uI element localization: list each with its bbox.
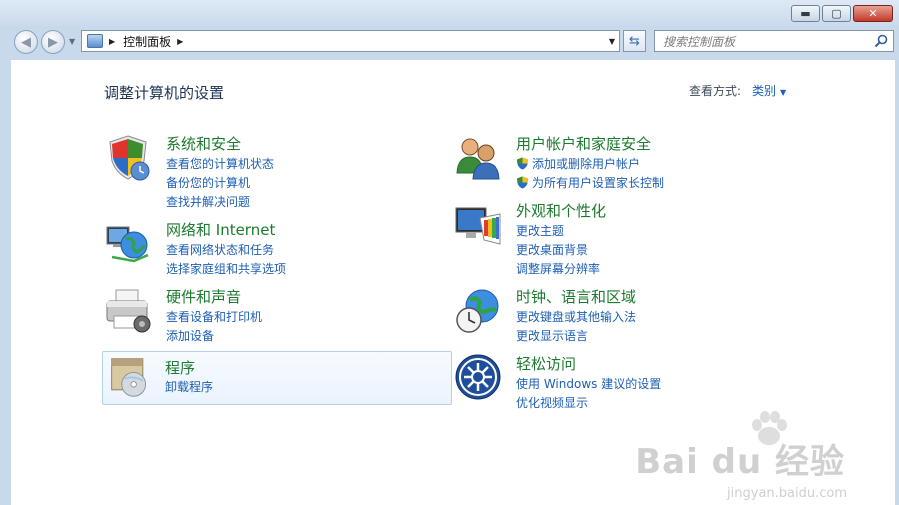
category-title[interactable]: 硬件和声音 (166, 286, 241, 307)
refresh-icon: ⇆ (629, 33, 640, 49)
link-troubleshoot[interactable]: 查找并解决问题 (166, 193, 274, 212)
category-clock-language: 时钟、语言和区域 更改键盘或其他输入法 更改显示语言 (454, 286, 774, 346)
ease-of-access-icon[interactable] (454, 353, 502, 401)
chevron-down-icon: ▼ (69, 37, 76, 46)
link-change-theme[interactable]: 更改主题 (516, 222, 600, 241)
category-title[interactable]: 系统和安全 (166, 133, 241, 154)
link-add-remove-accounts[interactable]: 添加或删除用户帐户 (516, 155, 664, 174)
back-button[interactable]: ◀ (14, 30, 38, 54)
category-links: 卸载程序 (165, 378, 213, 397)
breadcrumb-arrow-icon[interactable]: ▶ (177, 37, 183, 46)
link-uninstall-program[interactable]: 卸载程序 (165, 378, 213, 397)
category-links: 添加或删除用户帐户 为所有用户设置家长控制 (516, 155, 664, 193)
link-backup-computer[interactable]: 备份您的计算机 (166, 174, 274, 193)
category-links: 使用 Windows 建议的设置 优化视频显示 (516, 375, 661, 413)
watermark-url: jingyan.baidu.com (727, 486, 847, 501)
recent-pages-dropdown[interactable]: ▼ (69, 37, 75, 46)
breadcrumb-control-panel[interactable]: 控制面板 (123, 33, 171, 50)
breadcrumb-arrow-icon[interactable]: ▶ (109, 37, 115, 46)
category-links: 查看您的计算机状态 备份您的计算机 查找并解决问题 (166, 155, 274, 212)
link-view-computer-status[interactable]: 查看您的计算机状态 (166, 155, 274, 174)
link-view-network-status[interactable]: 查看网络状态和任务 (166, 241, 286, 260)
category-links: 查看设备和打印机 添加设备 (166, 308, 262, 346)
title-bar: ▬ ▢ ✕ (0, 0, 899, 28)
search-input[interactable] (661, 33, 865, 51)
network-globe-icon[interactable] (104, 219, 152, 267)
category-system-security: 系统和安全 查看您的计算机状态 备份您的计算机 查找并解决问题 (104, 133, 404, 209)
view-by-label: 查看方式: (689, 84, 742, 98)
users-icon[interactable] (454, 133, 502, 181)
category-links: 更改主题 更改桌面背景 调整屏幕分辨率 (516, 222, 600, 279)
refresh-button[interactable]: ⇆ (623, 30, 646, 52)
link-add-device[interactable]: 添加设备 (166, 327, 262, 346)
category-title[interactable]: 时钟、语言和区域 (516, 286, 636, 307)
category-appearance: 外观和个性化 更改主题 更改桌面背景 调整屏幕分辨率 (454, 200, 774, 276)
shield-icon[interactable] (104, 133, 152, 181)
printer-icon[interactable] (104, 286, 152, 334)
window-controls: ▬ ▢ ✕ (789, 5, 893, 22)
link-change-background[interactable]: 更改桌面背景 (516, 241, 600, 260)
category-ease-of-access: 轻松访问 使用 Windows 建议的设置 优化视频显示 (454, 353, 774, 413)
address-dropdown-icon[interactable]: ▼ (609, 37, 615, 46)
category-title[interactable]: 轻松访问 (516, 353, 576, 374)
watermark-brand: Bai du 经验 (635, 442, 845, 482)
category-links: 更改键盘或其他输入法 更改显示语言 (516, 308, 636, 346)
category-hardware-sound: 硬件和声音 查看设备和打印机 添加设备 (104, 286, 404, 346)
content-pane: 调整计算机的设置 查看方式: 类别 ▼ 系统和安全 查看您的计算机状态 备份您的计… (11, 60, 895, 505)
monitor-palette-icon[interactable] (454, 200, 502, 248)
category-title[interactable]: 用户帐户和家庭安全 (516, 133, 651, 154)
clock-globe-icon[interactable] (454, 286, 502, 334)
view-by-value[interactable]: 类别 (752, 84, 776, 98)
link-devices-printers[interactable]: 查看设备和打印机 (166, 308, 262, 327)
maximize-button[interactable]: ▢ (822, 5, 851, 22)
link-change-display-language[interactable]: 更改显示语言 (516, 327, 636, 346)
page-title: 调整计算机的设置 (104, 84, 225, 102)
search-box[interactable] (654, 30, 894, 52)
link-change-keyboard[interactable]: 更改键盘或其他输入法 (516, 308, 636, 327)
search-icon[interactable] (874, 34, 888, 48)
link-homegroup-sharing[interactable]: 选择家庭组和共享选项 (166, 260, 286, 279)
uac-shield-icon (517, 176, 528, 189)
category-links: 查看网络状态和任务 选择家庭组和共享选项 (166, 241, 286, 279)
category-user-accounts: 用户帐户和家庭安全 添加或删除用户帐户 为所有用户设置家长控制 (454, 133, 774, 193)
link-text[interactable]: 为所有用户设置家长控制 (532, 176, 664, 190)
chevron-down-icon: ▼ (780, 88, 787, 97)
arrow-left-icon: ◀ (21, 34, 31, 50)
link-parental-controls[interactable]: 为所有用户设置家长控制 (516, 174, 664, 193)
programs-disc-icon[interactable] (108, 355, 152, 399)
link-adjust-resolution[interactable]: 调整屏幕分辨率 (516, 260, 600, 279)
address-bar[interactable]: ▶ 控制面板 ▶ ▼ (81, 30, 620, 52)
view-by-dropdown[interactable]: 类别 ▼ (752, 82, 786, 99)
uac-shield-icon (517, 157, 528, 170)
category-title[interactable]: 外观和个性化 (516, 200, 606, 221)
arrow-right-icon: ▶ (48, 34, 58, 50)
minimize-button[interactable]: ▬ (791, 5, 820, 22)
category-programs[interactable]: 程序 卸载程序 (102, 351, 452, 405)
category-network-internet: 网络和 Internet 查看网络状态和任务 选择家庭组和共享选项 (104, 219, 404, 279)
control-panel-icon (87, 34, 103, 48)
link-windows-recommended[interactable]: 使用 Windows 建议的设置 (516, 375, 661, 394)
close-button[interactable]: ✕ (853, 5, 893, 22)
category-title[interactable]: 程序 (165, 357, 195, 378)
navigation-bar: ◀ ▶ ▼ ▶ 控制面板 ▶ ▼ ⇆ (0, 28, 899, 58)
link-text[interactable]: 添加或删除用户帐户 (532, 157, 640, 171)
forward-button[interactable]: ▶ (41, 30, 65, 54)
category-title[interactable]: 网络和 Internet (166, 219, 275, 240)
link-optimize-display[interactable]: 优化视频显示 (516, 394, 661, 413)
